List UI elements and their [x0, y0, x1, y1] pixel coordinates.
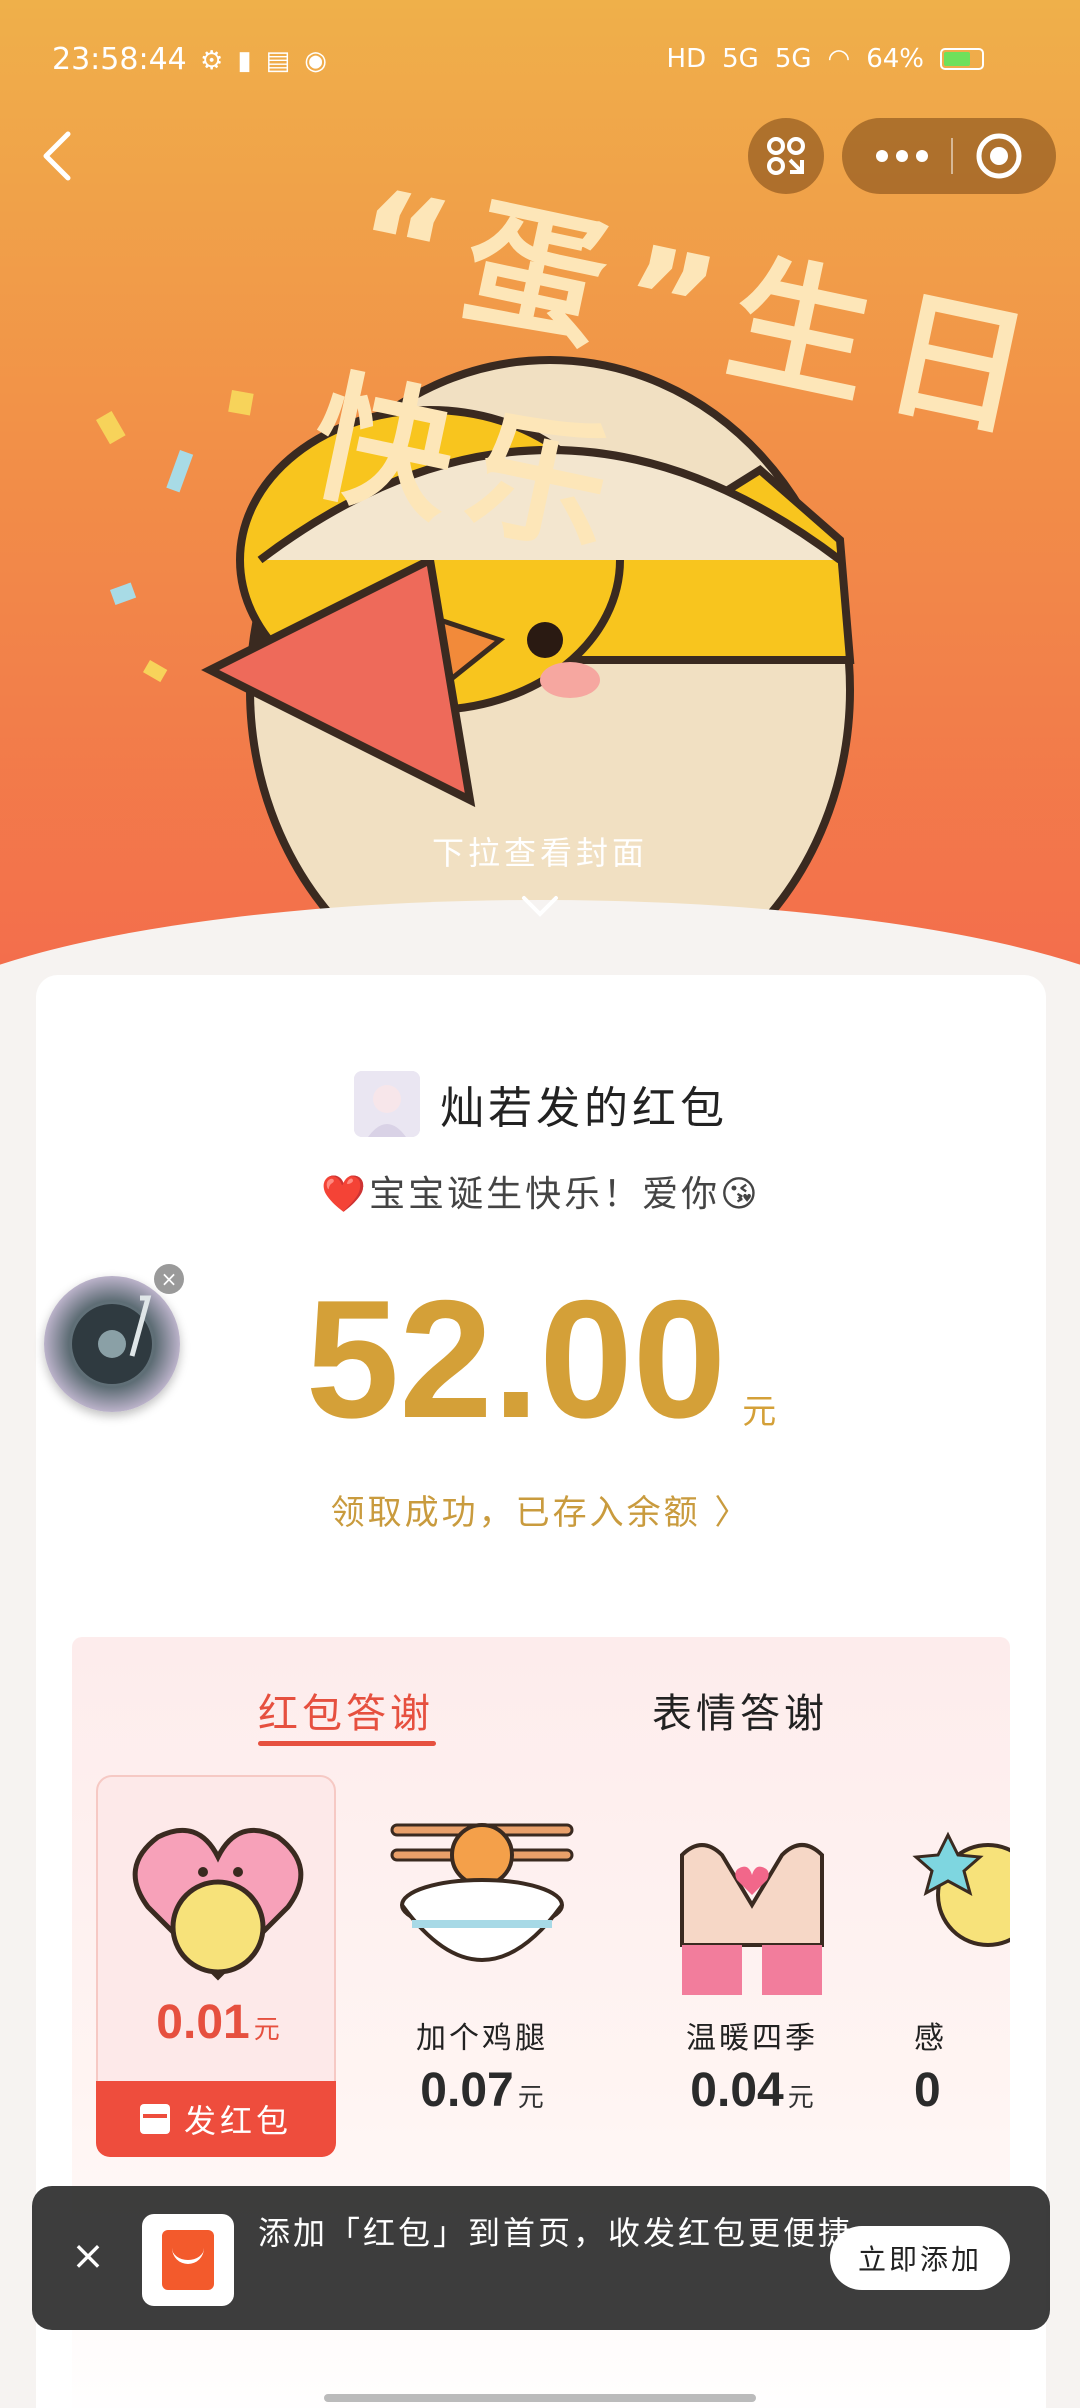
hd-label: HD	[666, 44, 707, 74]
wifi-icon: ◠	[827, 44, 851, 74]
price-unit: 元	[517, 2083, 544, 2113]
home-indicator[interactable]	[324, 2394, 756, 2402]
price-unit: 元	[253, 2015, 280, 2045]
sim-icon: ▮	[237, 46, 252, 76]
banner-message: 添加「红包」到首页，收发红包更便捷	[258, 2214, 854, 2252]
price-number: 0.04	[690, 2064, 784, 2117]
price-number: 0.07	[420, 2064, 514, 2117]
sender-avatar[interactable]	[354, 1071, 420, 1137]
send-red-packet-button[interactable]: 发红包	[96, 2081, 336, 2157]
menu-capsule[interactable]	[842, 118, 1056, 194]
price-number: 0.01	[156, 1996, 250, 2049]
battery-icon	[940, 48, 984, 70]
red-packet-icon	[139, 2104, 170, 2134]
sender-row: 灿若发的红包	[36, 1071, 1046, 1137]
add-to-home-banner: × 添加「红包」到首页，收发红包更便捷 立即添加	[32, 2186, 1050, 2330]
capsule-divider	[951, 138, 953, 174]
amount-unit: 元	[742, 1392, 777, 1432]
gift-price: 0	[902, 2063, 1010, 2118]
gift-label: 温暖四季	[686, 2021, 818, 2056]
status-time: 23:58:44	[52, 42, 187, 77]
gift-label: 感	[914, 2021, 947, 2056]
tab-red-packet-thanks[interactable]: 红包答谢	[258, 1681, 434, 1739]
price-number: 0	[914, 2064, 941, 2117]
close-icon[interactable]: ×	[68, 2236, 108, 2276]
red-packet-app-icon	[142, 2214, 234, 2306]
greeting-message: ❤️宝宝诞生快乐！爱你😘	[321, 1174, 761, 1215]
star-image	[912, 1831, 1010, 1947]
red-packet-icon	[162, 2230, 214, 2290]
battery-percent: 64%	[866, 44, 924, 74]
add-now-button[interactable]: 立即添加	[830, 2226, 1010, 2290]
gift-label: 加个鸡腿	[416, 2021, 548, 2056]
amount-row: 52.00 元	[36, 1275, 1046, 1443]
close-miniapp-icon[interactable]	[975, 132, 1023, 180]
price-unit: 元	[787, 2083, 814, 2113]
received-to-balance-link[interactable]: 领取成功，已存入余额 〉	[36, 1485, 1046, 1534]
gift-option-partial[interactable]: 感 0	[902, 1775, 1010, 2155]
signal-5g-2: 5G	[774, 44, 812, 74]
active-tab-underline	[258, 1741, 436, 1746]
status-right-icons: HD 5G 5G ◠ 64%	[667, 44, 984, 74]
signal-5g-1: 5G	[722, 44, 759, 74]
gift-price: 0.07 元	[362, 2063, 602, 2118]
gift-price: 0.01 元	[98, 1995, 338, 2050]
card-icon: ▤	[265, 46, 291, 76]
heart-hands-image	[680, 1843, 824, 1995]
back-arrow-icon[interactable]	[30, 126, 90, 186]
gift-price: 0.04 元	[632, 2063, 872, 2118]
music-disc-icon	[72, 1295, 152, 1384]
gift-option-warm-seasons[interactable]: 温暖四季 0.04 元	[632, 1775, 872, 2155]
hug-heart-image	[132, 1827, 304, 1981]
gift-option-hug[interactable]: 0.01 元 发红包	[96, 1775, 338, 2157]
gift-option-chicken-leg[interactable]: 加个鸡腿 0.07 元	[362, 1775, 602, 2155]
nfc-icon: ◉	[304, 46, 327, 76]
scan-button[interactable]	[748, 118, 824, 194]
scan-icon	[767, 137, 805, 175]
pull-down-hint: 下拉查看封面	[431, 834, 648, 872]
chevron-down-icon	[522, 896, 558, 917]
more-icon[interactable]	[875, 149, 929, 163]
settings-icon: ⚙	[200, 46, 224, 76]
close-music-icon[interactable]: ×	[154, 1264, 184, 1294]
status-bar: 23:58:44 ⚙ ▮ ▤ ◉ HD 5G 5G ◠ 64%	[0, 0, 1080, 120]
sender-name: 灿若发的红包	[440, 1083, 728, 1134]
music-player-float[interactable]	[44, 1276, 180, 1412]
status-left-icons: ⚙ ▮ ▤ ◉	[200, 46, 327, 76]
rice-bowl-image	[390, 1823, 574, 1962]
tab-sticker-thanks[interactable]: 表情答谢	[652, 1681, 828, 1739]
send-button-label: 发红包	[183, 2102, 292, 2140]
avatar-image	[354, 1071, 420, 1137]
amount-value: 52.00	[305, 1265, 727, 1453]
